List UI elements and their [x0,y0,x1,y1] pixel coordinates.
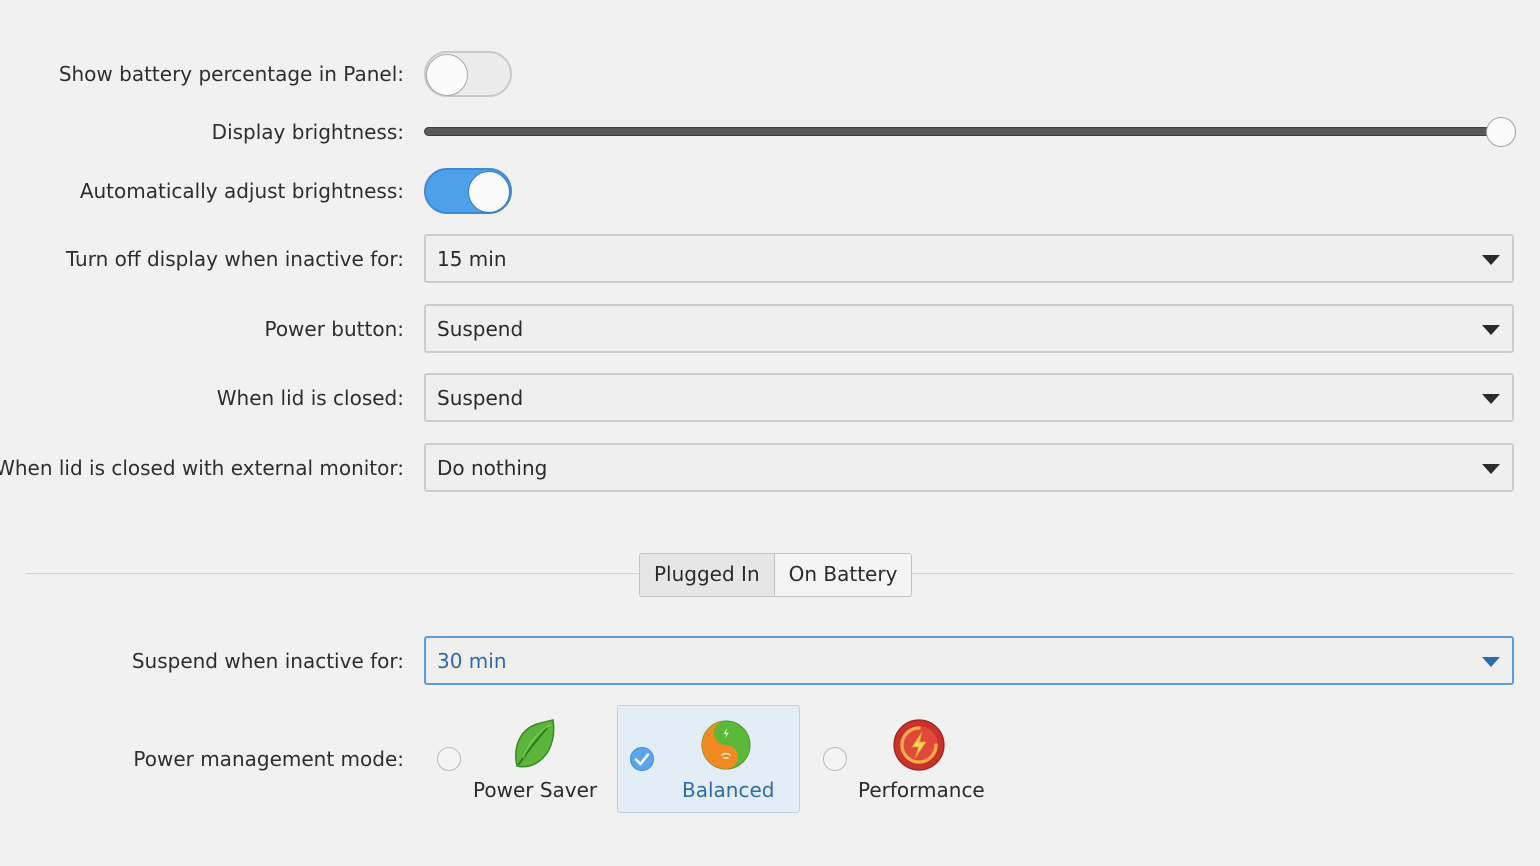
lightning-icon[interactable] [892,718,946,772]
yin-yang-icon[interactable] [700,719,752,771]
power-mode-label: Power management mode: [133,747,404,771]
separator-right [901,573,1514,574]
suspend-inactive-dropdown[interactable]: 30 min [424,636,1514,685]
display-brightness-label: Display brightness: [211,120,404,144]
power-button-label: Power button: [264,317,404,341]
chevron-down-icon [1482,657,1500,667]
lid-closed-external-label: When lid is closed with external monitor… [0,456,404,480]
auto-brightness-toggle[interactable] [424,168,512,214]
performance-label[interactable]: Performance [858,778,985,802]
power-settings-page: Show battery percentage in Panel: Displa… [0,0,1540,866]
chevron-down-icon [1482,325,1500,335]
tab-plugged-in[interactable]: Plugged In [640,554,775,596]
show-battery-percentage-toggle[interactable] [424,51,512,97]
toggle-knob [468,171,510,213]
power-saver-label[interactable]: Power Saver [473,778,597,802]
lid-closed-dropdown[interactable]: Suspend [424,373,1514,422]
suspend-inactive-label: Suspend when inactive for: [131,649,404,673]
display-brightness-slider-track[interactable] [424,127,1502,136]
power-button-dropdown[interactable]: Suspend [424,304,1514,353]
display-brightness-slider-handle[interactable] [1486,117,1516,147]
separator-left [26,573,639,574]
performance-radio[interactable] [823,747,847,771]
leaf-icon[interactable] [509,718,557,770]
show-battery-percentage-label: Show battery percentage in Panel: [58,62,404,86]
dropdown-value: 30 min [437,649,507,673]
dropdown-value: Suspend [437,386,524,410]
chevron-down-icon [1482,464,1500,474]
turn-off-display-label: Turn off display when inactive for: [65,247,404,271]
power-saver-radio[interactable] [437,747,461,771]
turn-off-display-dropdown[interactable]: 15 min [424,234,1514,283]
balanced-radio[interactable] [630,747,654,771]
balanced-label[interactable]: Balanced [682,778,774,802]
lid-closed-external-dropdown[interactable]: Do nothing [424,443,1514,492]
toggle-knob [426,54,468,96]
dropdown-value: Do nothing [437,456,548,480]
chevron-down-icon [1482,394,1500,404]
lid-closed-label: When lid is closed: [216,386,404,410]
dropdown-value: Suspend [437,317,524,341]
checkmark-icon [634,752,649,765]
power-source-tabs: Plugged In On Battery [639,553,913,597]
tab-on-battery[interactable]: On Battery [775,554,912,596]
chevron-down-icon [1482,255,1500,265]
dropdown-value: 15 min [437,247,507,271]
auto-brightness-label: Automatically adjust brightness: [79,179,404,203]
